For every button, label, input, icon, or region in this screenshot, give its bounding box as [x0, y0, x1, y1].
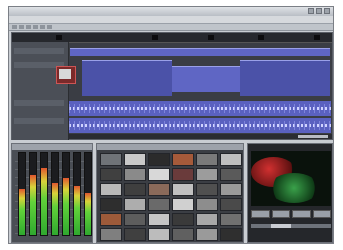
- timeline-marker[interactable]: [152, 35, 158, 40]
- media-thumbnail[interactable]: [124, 183, 146, 196]
- audio-waveform[interactable]: [69, 118, 331, 133]
- media-thumbnail[interactable]: [172, 228, 194, 241]
- meter-fill: [85, 193, 91, 235]
- media-thumbnail[interactable]: [100, 168, 122, 181]
- media-thumbnail[interactable]: [172, 153, 194, 166]
- media-thumbnail[interactable]: [124, 198, 146, 211]
- app-window: [8, 6, 334, 244]
- level-meter: [62, 152, 70, 236]
- media-thumbnail[interactable]: [148, 183, 170, 196]
- track-headers: [12, 42, 69, 140]
- meter-fill: [74, 186, 80, 235]
- media-thumbnail[interactable]: [220, 213, 242, 226]
- media-thumbnail[interactable]: [196, 228, 218, 241]
- media-thumbnail[interactable]: [100, 183, 122, 196]
- level-meter: [73, 152, 81, 236]
- media-thumbnail[interactable]: [196, 198, 218, 211]
- video-preview: [251, 151, 331, 206]
- clip-thumbnail: [56, 66, 76, 84]
- media-thumbnail[interactable]: [172, 168, 194, 181]
- timeline-marker[interactable]: [314, 35, 320, 40]
- stop-button[interactable]: [292, 210, 311, 218]
- forward-button[interactable]: [312, 210, 331, 218]
- media-thumbnail[interactable]: [148, 168, 170, 181]
- level-meter: [40, 152, 48, 236]
- close-button[interactable]: [324, 8, 330, 14]
- tool-icon[interactable]: [12, 25, 17, 29]
- meter-fill: [52, 183, 58, 235]
- audio-waveform[interactable]: [69, 101, 331, 116]
- media-grid: [100, 153, 242, 241]
- media-thumbnail[interactable]: [100, 213, 122, 226]
- timeline-scrollbar[interactable]: [68, 134, 332, 139]
- scrollbar-thumb[interactable]: [298, 135, 328, 138]
- rewind-button[interactable]: [251, 210, 270, 218]
- scrubber-thumb[interactable]: [271, 224, 291, 228]
- track-header[interactable]: [14, 118, 64, 124]
- track-header[interactable]: [14, 100, 64, 106]
- video-clip[interactable]: [82, 60, 172, 96]
- media-thumbnail[interactable]: [220, 153, 242, 166]
- media-thumbnail[interactable]: [100, 198, 122, 211]
- timeline-marker[interactable]: [56, 35, 62, 40]
- media-thumbnail[interactable]: [196, 213, 218, 226]
- media-thumbnail[interactable]: [172, 213, 194, 226]
- panel-header: [97, 144, 243, 150]
- media-thumbnail[interactable]: [100, 228, 122, 241]
- preview-shape: [269, 173, 319, 203]
- preview-scrubber[interactable]: [251, 224, 331, 228]
- tool-icon[interactable]: [26, 25, 31, 29]
- media-thumbnail[interactable]: [148, 153, 170, 166]
- tool-icon[interactable]: [19, 25, 24, 29]
- level-meter: [84, 152, 92, 236]
- timeline-marker[interactable]: [208, 35, 214, 40]
- transport-controls: [251, 210, 331, 218]
- media-thumbnail[interactable]: [220, 168, 242, 181]
- minimize-button[interactable]: [308, 8, 314, 14]
- preview-panel: [247, 143, 333, 243]
- timeline-panel: [11, 32, 333, 140]
- media-thumbnail[interactable]: [124, 213, 146, 226]
- media-thumbnail[interactable]: [148, 228, 170, 241]
- media-thumbnail[interactable]: [124, 153, 146, 166]
- video-clip[interactable]: [172, 66, 240, 92]
- level-meter: [18, 152, 26, 236]
- tool-icon[interactable]: [40, 25, 45, 29]
- timeline-marker[interactable]: [258, 35, 264, 40]
- media-thumbnail[interactable]: [124, 168, 146, 181]
- media-thumbnail[interactable]: [148, 198, 170, 211]
- media-thumbnail[interactable]: [196, 168, 218, 181]
- media-thumbnail[interactable]: [172, 183, 194, 196]
- video-clip[interactable]: [240, 60, 330, 96]
- level-meter: [51, 152, 59, 236]
- maximize-button[interactable]: [316, 8, 322, 14]
- tool-icon[interactable]: [33, 25, 38, 29]
- media-thumbnail[interactable]: [172, 198, 194, 211]
- video-clip[interactable]: [70, 48, 330, 56]
- meter-fill: [41, 168, 47, 235]
- track-header[interactable]: [14, 48, 64, 54]
- level-meter: [29, 152, 37, 236]
- meter-fill: [30, 175, 36, 235]
- media-thumbnail[interactable]: [196, 153, 218, 166]
- media-thumbnail[interactable]: [100, 153, 122, 166]
- media-thumbnail[interactable]: [220, 183, 242, 196]
- media-thumbnail[interactable]: [220, 228, 242, 241]
- toolbar: [9, 24, 333, 31]
- play-button[interactable]: [271, 210, 290, 218]
- media-thumbnail[interactable]: [148, 213, 170, 226]
- menu-bar: [9, 16, 333, 24]
- meter-fill: [63, 178, 69, 235]
- panel-header: [12, 144, 92, 150]
- tool-icon[interactable]: [47, 25, 52, 29]
- window-controls: [308, 8, 330, 14]
- media-thumbnail[interactable]: [196, 183, 218, 196]
- media-thumbnail[interactable]: [220, 198, 242, 211]
- audio-meters-panel: [11, 143, 93, 243]
- media-thumbnail[interactable]: [124, 228, 146, 241]
- meter-fill: [19, 189, 25, 235]
- media-browser-panel: [96, 143, 244, 243]
